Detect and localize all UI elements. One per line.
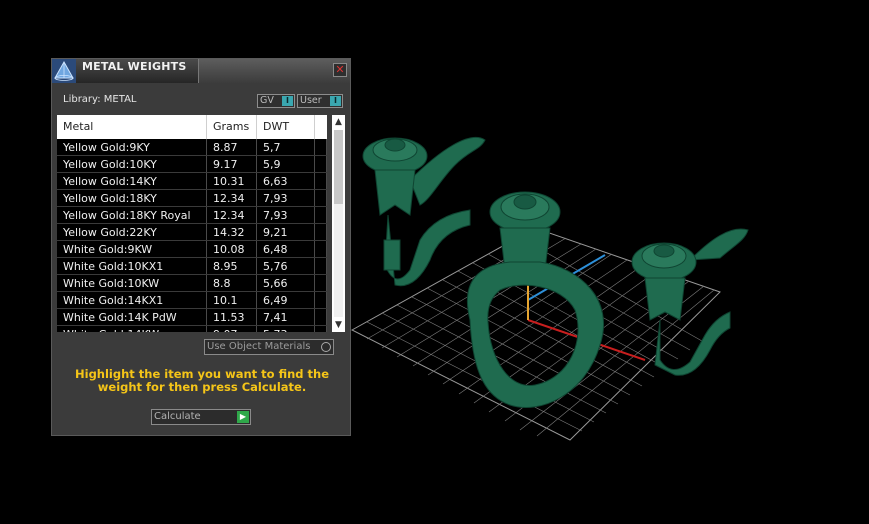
cell-extra: [315, 326, 327, 332]
cell-extra: [315, 139, 327, 155]
cell-grams: 8.87: [207, 139, 257, 155]
metal-weights-panel: METAL WEIGHTS ✕ Library: METAL GV I User…: [51, 58, 351, 436]
cell-grams: 14.32: [207, 224, 257, 240]
cell-dwt: 6,63: [257, 173, 315, 189]
cell-extra: [315, 207, 327, 223]
panel-title: METAL WEIGHTS: [82, 60, 187, 73]
cell-extra: [315, 173, 327, 189]
cell-metal: White Gold:9KW: [57, 241, 207, 257]
use-object-materials-toggle[interactable]: Use Object Materials: [204, 339, 334, 355]
table-row[interactable]: White Gold:14KX1 10.1 6,49: [57, 292, 327, 309]
cell-dwt: 7,41: [257, 309, 315, 325]
column-header-dwt[interactable]: DWT: [257, 115, 315, 139]
cell-grams: 9.17: [207, 156, 257, 172]
table-row[interactable]: White Gold:14KW9.075,73: [57, 326, 327, 332]
cell-dwt: 7,93: [257, 190, 315, 206]
table-body: Yellow Gold:9KY 8.87 5,7 Yellow Gold:10KY 9.…: [57, 139, 327, 332]
gv-toggle[interactable]: GV I: [257, 94, 295, 108]
cell-metal: Yellow Gold:18KY: [57, 190, 207, 206]
cell-metal: White Gold:10KX1: [57, 258, 207, 274]
column-header-grams[interactable]: Grams: [207, 115, 257, 139]
cell-metal: Yellow Gold:10KY: [57, 156, 207, 172]
play-arrow-icon: ▶: [237, 411, 249, 423]
table-row[interactable]: White Gold:9KW 10.08 6,48: [57, 241, 327, 258]
cell-grams: 10.08: [207, 241, 257, 257]
library-label: Library: METAL: [63, 94, 137, 105]
cell-grams: 10.1: [207, 292, 257, 308]
cell-extra: [315, 309, 327, 325]
cell-dwt: 5,66: [257, 275, 315, 291]
table-row[interactable]: Yellow Gold:9KY 8.87 5,7: [57, 139, 327, 156]
table-row[interactable]: Yellow Gold:22KY 14.32 9,21: [57, 224, 327, 241]
cell-extra: [315, 224, 327, 240]
calculate-button[interactable]: Calculate ▶: [151, 409, 251, 425]
ring-model-center: [466, 191, 605, 408]
use-object-materials-label: Use Object Materials: [207, 341, 311, 352]
toggle-indicator-icon: I: [282, 96, 293, 106]
scroll-down-icon[interactable]: ▼: [332, 318, 345, 332]
cell-dwt: 6,48: [257, 241, 315, 257]
user-toggle[interactable]: User I: [297, 94, 343, 108]
cell-dwt: 5,7: [257, 139, 315, 155]
cell-extra: [315, 156, 327, 172]
cell-grams: 9.07: [207, 326, 257, 332]
cell-dwt: 7,93: [257, 207, 315, 223]
metal-table: Metal Grams DWT Yellow Gold:9KY 8.87 5,7 Ye…: [57, 115, 345, 332]
cell-metal: Yellow Gold:18KY Royal: [57, 207, 207, 223]
cell-dwt: 5,73: [257, 326, 315, 332]
table-row[interactable]: White Gold:14K PdW 11.53 7,41: [57, 309, 327, 326]
cell-metal: Yellow Gold:14KY: [57, 173, 207, 189]
cell-extra: [315, 275, 327, 291]
cell-grams: 12.34: [207, 190, 257, 206]
table-row[interactable]: Yellow Gold:18KY Royal 12.34 7,93: [57, 207, 327, 224]
instruction-text: Highlight the item you want to find the …: [75, 367, 329, 394]
panel-titlebar[interactable]: METAL WEIGHTS ✕: [52, 59, 350, 83]
pyramid-logo-icon: [52, 59, 76, 83]
cell-extra: [315, 292, 327, 308]
cell-grams: 8.95: [207, 258, 257, 274]
table-row[interactable]: Yellow Gold:10KY 9.17 5,9: [57, 156, 327, 173]
close-icon: ✕: [335, 63, 345, 76]
ring-model-right: [631, 228, 749, 376]
cell-grams: 8.8: [207, 275, 257, 291]
radio-icon: [321, 342, 331, 352]
cell-metal: Yellow Gold:9KY: [57, 139, 207, 155]
toggle-indicator-icon: I: [330, 96, 341, 106]
table-row[interactable]: Yellow Gold:14KY 10.31 6,63: [57, 173, 327, 190]
calculate-label: Calculate: [154, 411, 201, 422]
cell-metal: Yellow Gold:22KY: [57, 224, 207, 240]
scroll-thumb[interactable]: [334, 130, 343, 204]
close-button[interactable]: ✕: [333, 63, 347, 77]
ring-model-left: [362, 136, 486, 287]
gv-toggle-label: GV: [260, 95, 274, 106]
cell-dwt: 5,9: [257, 156, 315, 172]
table-scrollbar[interactable]: ▲ ▼: [332, 115, 345, 332]
cell-metal: White Gold:14KW: [57, 326, 207, 332]
scroll-up-icon[interactable]: ▲: [332, 115, 345, 129]
scroll-track[interactable]: [334, 130, 343, 317]
cell-extra: [315, 241, 327, 257]
table-header: Metal Grams DWT: [57, 115, 327, 139]
cell-metal: White Gold:10KW: [57, 275, 207, 291]
cell-grams: 11.53: [207, 309, 257, 325]
cell-dwt: 6,49: [257, 292, 315, 308]
cell-grams: 12.34: [207, 207, 257, 223]
table-row[interactable]: White Gold:10KW 8.8 5,66: [57, 275, 327, 292]
cell-extra: [315, 190, 327, 206]
cell-metal: White Gold:14KX1: [57, 292, 207, 308]
table-row[interactable]: White Gold:10KX1 8.95 5,76: [57, 258, 327, 275]
cell-extra: [315, 258, 327, 274]
cell-metal: White Gold:14K PdW: [57, 309, 207, 325]
user-toggle-label: User: [300, 95, 322, 106]
table-row[interactable]: Yellow Gold:18KY 12.34 7,93: [57, 190, 327, 207]
cell-dwt: 9,21: [257, 224, 315, 240]
cell-grams: 10.31: [207, 173, 257, 189]
cell-dwt: 5,76: [257, 258, 315, 274]
column-header-metal[interactable]: Metal: [57, 115, 207, 139]
